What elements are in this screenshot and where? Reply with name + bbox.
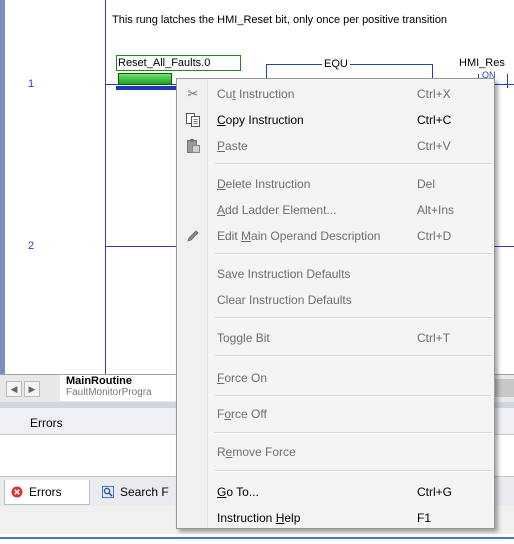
menu-item-label: Clear Instruction Defaults <box>217 293 352 307</box>
menu-item-instruction-help[interactable]: Instruction Help F1 <box>179 506 492 530</box>
menu-item-add-ladder-element[interactable]: Add Ladder Element... Alt+Ins <box>179 198 492 222</box>
errors-pane-title: Errors <box>30 416 63 430</box>
scissors-icon: ✂ <box>187 86 199 101</box>
menu-separator <box>215 470 492 472</box>
output-tag[interactable]: HMI_Res <box>459 57 505 69</box>
rung-number-1: 1 <box>28 78 35 90</box>
tab-search-label: Search F <box>120 485 169 499</box>
menu-item-label: Delete Instruction <box>217 177 311 191</box>
menu-item-label: Cut Instruction <box>217 87 295 101</box>
tab-errors-label: Errors <box>29 485 62 499</box>
menu-item-shortcut: Alt+Ins <box>417 203 455 217</box>
menu-item-shortcut: Ctrl+C <box>417 113 452 127</box>
menu-item-label: Instruction Help <box>217 511 301 525</box>
menu-separator <box>215 355 492 357</box>
pencil-icon <box>187 230 199 242</box>
menu-separator <box>215 432 492 434</box>
menu-separator <box>215 395 492 397</box>
menu-item-remove-force[interactable]: Remove Force <box>179 440 492 464</box>
tab-title: MainRoutine <box>66 375 132 387</box>
menu-item-label: Copy Instruction <box>217 113 304 127</box>
rung-2-line-right <box>495 246 514 247</box>
menu-item-copy-instruction[interactable]: Copy Instruction Ctrl+C <box>179 108 492 132</box>
menu-item-shortcut: Ctrl+G <box>417 485 453 499</box>
menu-item-label: Force Off <box>217 407 267 421</box>
menu-item-toggle-bit[interactable]: Toggle Bit Ctrl+T <box>179 326 492 350</box>
power-rail <box>105 0 106 374</box>
menu-separator <box>215 253 492 255</box>
menu-item-label: Go To... <box>217 485 259 499</box>
menu-item-label: Add Ladder Element... <box>217 203 337 217</box>
bottom-accent-line <box>0 537 514 539</box>
selected-contact[interactable] <box>118 73 172 85</box>
menu-item-shortcut: Del <box>417 177 436 191</box>
menu-item-cut-instruction[interactable]: ✂ Cut Instruction Ctrl+X <box>179 82 492 106</box>
paste-icon <box>187 139 200 153</box>
menu-separator <box>215 317 492 319</box>
menu-item-label: Toggle Bit <box>217 331 270 345</box>
contact-tag[interactable]: Reset_All_Faults.0 <box>118 57 210 69</box>
menu-item-clear-instruction-defaults[interactable]: Clear Instruction Defaults <box>179 288 492 312</box>
context-menu: ✂ Cut Instruction Ctrl+X Copy Instructio… <box>176 78 495 529</box>
scroll-left-icon[interactable]: ◀ <box>6 381 22 397</box>
tab-errors[interactable]: Errors <box>4 480 90 505</box>
menu-item-label: Save Instruction Defaults <box>217 267 351 281</box>
menu-item-save-instruction-defaults[interactable]: Save Instruction Defaults <box>179 262 492 286</box>
search-results-icon <box>102 486 114 498</box>
menu-item-shortcut: Ctrl+V <box>417 139 451 153</box>
menu-item-paste[interactable]: Paste Ctrl+V <box>179 134 492 158</box>
menu-item-force-on[interactable]: Force On <box>179 366 492 390</box>
contact-selection-bar <box>116 86 176 90</box>
left-rail <box>0 0 5 374</box>
menu-item-shortcut: F1 <box>417 511 432 525</box>
menu-item-label: Remove Force <box>217 445 296 459</box>
tab-search-results[interactable]: Search F <box>96 480 178 504</box>
menu-item-label: Force On <box>217 371 268 385</box>
menu-item-edit-main-operand-description[interactable]: Edit Main Operand Description Ctrl+D <box>179 224 492 248</box>
copy-icon <box>186 113 200 127</box>
equ-label: EQU <box>322 58 350 70</box>
menu-item-shortcut: Ctrl+T <box>417 331 450 345</box>
rung-number-2: 2 <box>28 240 35 252</box>
tab-main-routine[interactable]: MainRoutine FaultMonitorProgra <box>60 375 181 401</box>
error-icon <box>11 486 23 498</box>
menu-separator <box>215 163 492 165</box>
tab-subtitle: FaultMonitorProgra <box>66 387 152 398</box>
menu-item-force-off[interactable]: Force Off <box>179 402 492 426</box>
menu-item-label: Edit Main Operand Description <box>217 229 381 243</box>
menu-item-go-to[interactable]: Go To... Ctrl+G <box>179 480 492 504</box>
menu-item-shortcut: Ctrl+X <box>417 87 451 101</box>
menu-item-delete-instruction[interactable]: Delete Instruction Del <box>179 172 492 196</box>
rung-comment: This rung latches the HMI_Reset bit, onl… <box>112 14 448 26</box>
scroll-right-icon[interactable]: ▶ <box>24 381 40 397</box>
menu-item-label: Paste <box>217 139 248 153</box>
menu-item-shortcut: Ctrl+D <box>417 229 452 243</box>
